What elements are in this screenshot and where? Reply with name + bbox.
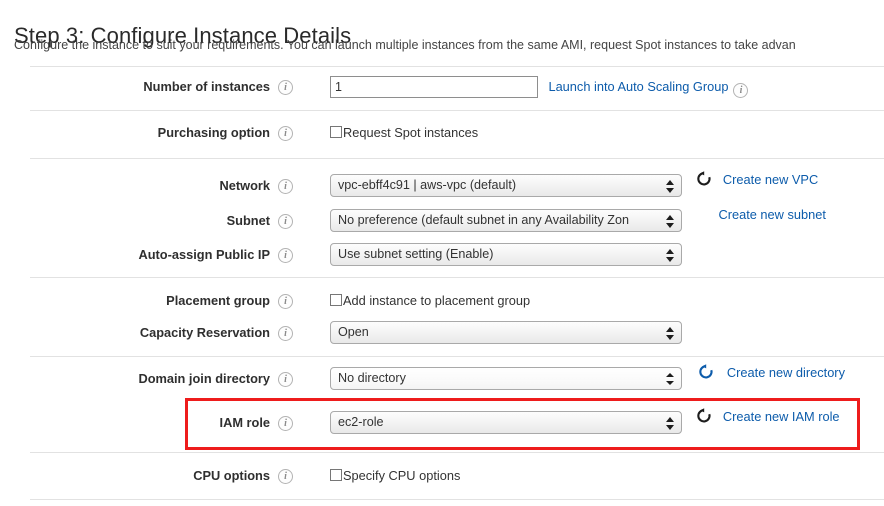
field-row-network: Network i vpc-ebff4c91 | aws-vpc (defaul… bbox=[0, 171, 884, 201]
field-row-purchasing-option: Purchasing option i Request Spot instanc… bbox=[0, 118, 884, 148]
divider bbox=[30, 66, 884, 67]
divider bbox=[30, 452, 884, 453]
field-row-number-of-instances: Number of instances i Launch into Auto S… bbox=[0, 72, 884, 102]
configure-instance-details-page: Step 3: Configure Instance Details Confi… bbox=[0, 0, 884, 506]
domain-join-directory-select-value: No directory bbox=[338, 371, 406, 385]
iam-role-select[interactable]: ec2-role bbox=[330, 411, 682, 434]
divider bbox=[30, 110, 884, 111]
create-new-vpc-link[interactable]: Create new VPC bbox=[723, 172, 818, 187]
specify-cpu-options-label: Specify CPU options bbox=[343, 468, 461, 483]
request-spot-instances-label: Request Spot instances bbox=[343, 125, 479, 140]
info-icon[interactable]: i bbox=[733, 83, 749, 98]
auto-assign-public-ip-select-value: Use subnet setting (Enable) bbox=[338, 247, 494, 261]
info-icon[interactable]: i bbox=[278, 126, 293, 141]
label-number-of-instances: Number of instances bbox=[143, 79, 270, 94]
control-capacity-reservation: Open bbox=[330, 318, 682, 348]
info-icon[interactable]: i bbox=[278, 248, 293, 263]
capacity-reservation-select[interactable]: Open bbox=[330, 321, 682, 344]
create-new-iam-role-link[interactable]: Create new IAM role bbox=[723, 409, 840, 424]
placement-group-checkbox-wrap[interactable]: Add instance to placement group bbox=[330, 286, 530, 316]
label-domain-join-directory: Domain join directory bbox=[138, 371, 270, 386]
capacity-reservation-select-value: Open bbox=[338, 325, 369, 339]
control-cpu-options: Specify CPU options bbox=[330, 461, 460, 491]
info-icon[interactable]: i bbox=[278, 214, 293, 229]
chevron-updown-icon bbox=[666, 371, 675, 387]
label-iam-role: IAM role bbox=[219, 415, 270, 430]
label-subnet: Subnet bbox=[226, 213, 270, 228]
control-network: vpc-ebff4c91 | aws-vpc (default) Create … bbox=[330, 171, 818, 201]
field-row-iam-role: IAM role i ec2-role Create new IAM role bbox=[0, 408, 884, 438]
field-row-placement-group: Placement group i Add instance to placem… bbox=[0, 286, 884, 316]
field-row-capacity-reservation: Capacity Reservation i Open bbox=[0, 318, 884, 348]
divider bbox=[30, 277, 884, 278]
info-icon[interactable]: i bbox=[278, 326, 293, 341]
label-purchasing-option: Purchasing option bbox=[157, 125, 270, 140]
refresh-icon[interactable] bbox=[696, 171, 712, 187]
control-domain-join-directory: No directory Create new directory bbox=[330, 364, 845, 394]
subnet-select[interactable]: No preference (default subnet in any Ava… bbox=[330, 209, 682, 232]
info-icon[interactable]: i bbox=[278, 416, 293, 431]
refresh-icon[interactable] bbox=[698, 364, 714, 380]
info-icon[interactable]: i bbox=[278, 469, 293, 484]
chevron-updown-icon bbox=[666, 415, 675, 431]
label-placement-group: Placement group bbox=[166, 293, 270, 308]
label-cpu-options: CPU options bbox=[193, 468, 270, 483]
domain-join-directory-select[interactable]: No directory bbox=[330, 367, 682, 390]
field-row-domain-join-directory: Domain join directory i No directory Cre… bbox=[0, 364, 884, 394]
control-placement-group: Add instance to placement group bbox=[330, 286, 530, 316]
network-select[interactable]: vpc-ebff4c91 | aws-vpc (default) bbox=[330, 174, 682, 197]
launch-into-auto-scaling-group-link[interactable]: Launch into Auto Scaling Group bbox=[548, 79, 728, 94]
auto-assign-public-ip-select[interactable]: Use subnet setting (Enable) bbox=[330, 243, 682, 266]
chevron-updown-icon bbox=[666, 178, 675, 194]
cpu-options-checkbox-wrap[interactable]: Specify CPU options bbox=[330, 461, 460, 491]
subnet-select-value: No preference (default subnet in any Ava… bbox=[338, 213, 629, 227]
create-new-directory-link[interactable]: Create new directory bbox=[727, 365, 845, 380]
placement-group-label: Add instance to placement group bbox=[343, 293, 531, 308]
info-icon[interactable]: i bbox=[278, 80, 293, 95]
field-row-auto-assign-public-ip: Auto-assign Public IP i Use subnet setti… bbox=[0, 240, 884, 270]
label-auto-assign-public-ip: Auto-assign Public IP bbox=[138, 247, 270, 262]
info-icon[interactable]: i bbox=[278, 372, 293, 387]
divider bbox=[30, 356, 884, 357]
field-row-subnet: Subnet i No preference (default subnet i… bbox=[0, 206, 884, 236]
info-icon[interactable]: i bbox=[278, 179, 293, 194]
chevron-updown-icon bbox=[666, 325, 675, 341]
request-spot-instances-checkbox[interactable] bbox=[330, 126, 342, 138]
divider bbox=[30, 158, 884, 159]
control-number-of-instances: Launch into Auto Scaling Group i bbox=[330, 72, 749, 102]
label-network: Network bbox=[219, 178, 271, 193]
create-new-subnet-link[interactable]: Create new subnet bbox=[718, 207, 825, 222]
iam-role-select-value: ec2-role bbox=[338, 415, 384, 429]
specify-cpu-options-checkbox[interactable] bbox=[330, 469, 342, 481]
chevron-updown-icon bbox=[666, 213, 675, 229]
placement-group-checkbox[interactable] bbox=[330, 294, 342, 306]
control-purchasing-option: Request Spot instances bbox=[330, 118, 478, 148]
info-icon[interactable]: i bbox=[278, 294, 293, 309]
control-auto-assign-public-ip: Use subnet setting (Enable) bbox=[330, 240, 682, 270]
request-spot-instances-checkbox-wrap[interactable]: Request Spot instances bbox=[330, 118, 478, 148]
control-subnet: No preference (default subnet in any Ava… bbox=[330, 206, 826, 236]
number-of-instances-input[interactable] bbox=[330, 76, 538, 98]
field-row-cpu-options: CPU options i Specify CPU options bbox=[0, 461, 884, 491]
page-subtitle: Configure the instance to suit your requ… bbox=[14, 38, 796, 52]
refresh-icon[interactable] bbox=[696, 408, 712, 424]
divider bbox=[30, 499, 884, 500]
chevron-updown-icon bbox=[666, 247, 675, 263]
label-capacity-reservation: Capacity Reservation bbox=[139, 325, 270, 340]
control-iam-role: ec2-role Create new IAM role bbox=[330, 408, 840, 438]
network-select-value: vpc-ebff4c91 | aws-vpc (default) bbox=[338, 178, 517, 192]
